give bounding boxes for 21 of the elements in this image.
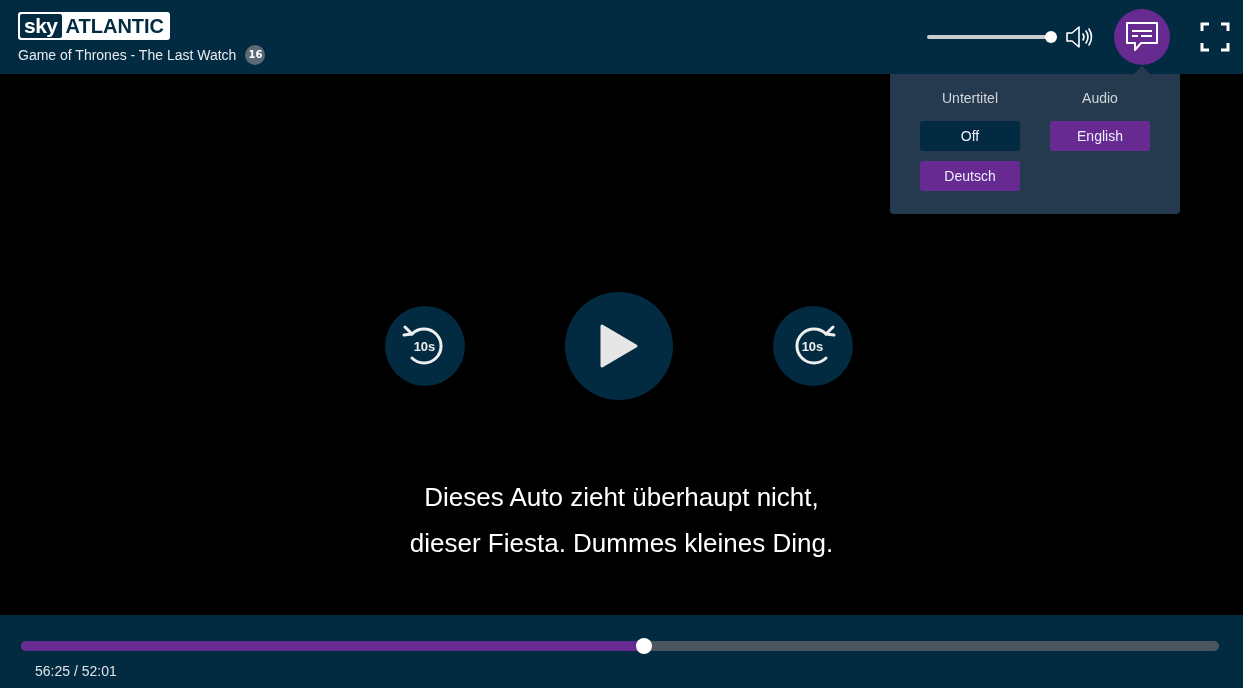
rewind-button[interactable]: 10s [384,306,465,386]
subtitle-line: dieser Fiesta. Dummes kleines Ding. [409,527,834,560]
volume-slider[interactable] [927,31,1057,43]
speaker-icon[interactable] [1065,24,1095,50]
play-icon [598,323,639,369]
language-option[interactable]: English [1050,121,1150,151]
language-option[interactable]: Off [920,121,1020,151]
subtitles-button[interactable] [1114,9,1170,65]
progress-handle[interactable] [635,638,652,654]
subtitle-line: Dieses Auto zieht überhaupt nicht, [424,481,819,514]
time-display: 56:25 / 52:01 [35,663,117,679]
speech-bubble-icon [1125,21,1159,53]
logo-channel: ATLANTIC [65,13,166,38]
menu-heading: Audio [1082,90,1118,106]
logo-brand: sky [20,13,62,38]
episode-title: Game of Thrones - The Last Watch [18,46,237,63]
age-rating-badge: 16 [245,44,266,65]
language-option[interactable]: Deutsch [920,161,1020,191]
menu-heading: Untertitel [942,90,998,106]
forward-button[interactable]: 10s [772,306,853,386]
fullscreen-icon[interactable] [1200,22,1230,52]
